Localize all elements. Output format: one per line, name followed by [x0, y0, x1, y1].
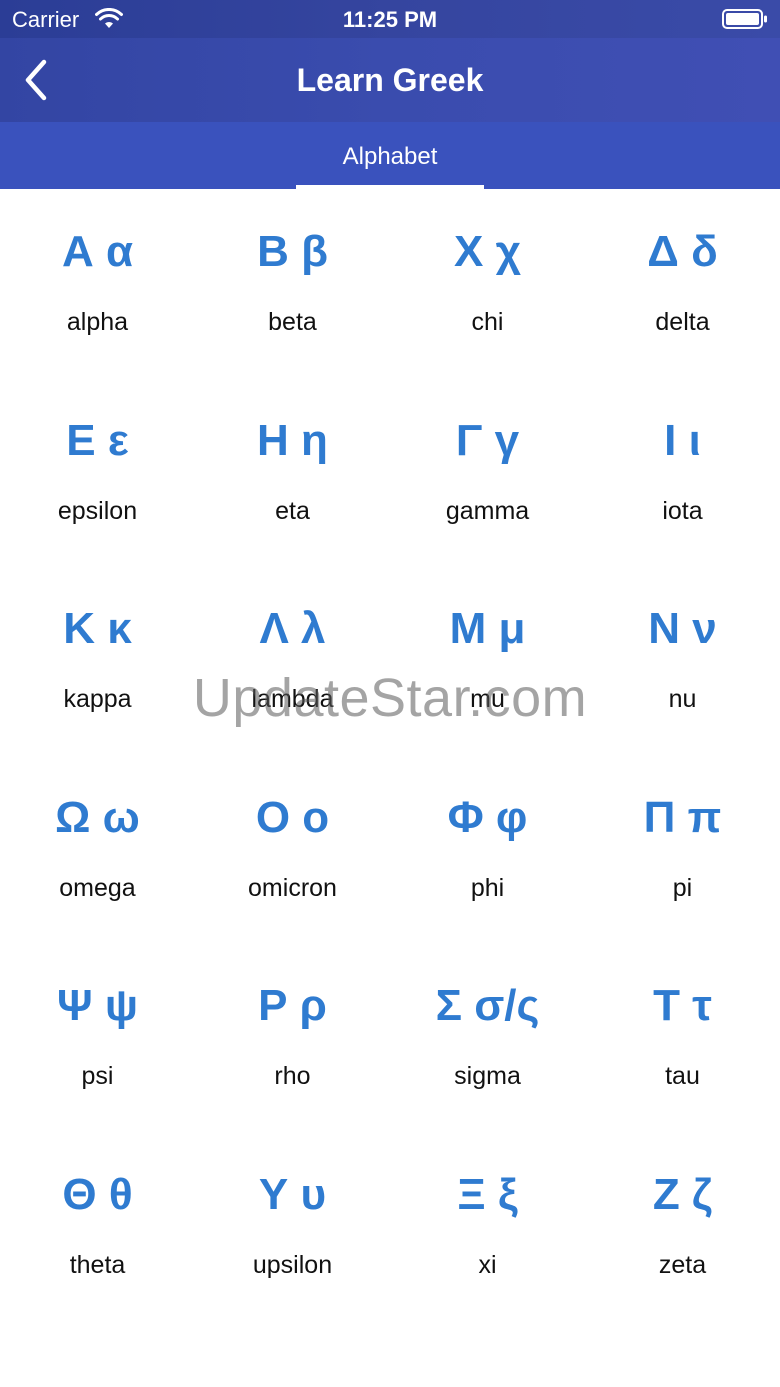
- letter-glyph: Ω ω: [55, 792, 140, 842]
- letter-card-theta[interactable]: Θ θ theta: [0, 1132, 195, 1321]
- letter-card-alpha[interactable]: Α α alpha: [0, 189, 195, 378]
- letter-card-mu[interactable]: Μ μ mu: [390, 566, 585, 755]
- alphabet-grid: Α α alpha Β β beta Χ χ chi Δ δ delta Ε ε epsilon Η…: [0, 189, 780, 1320]
- letter-card-xi[interactable]: Ξ ξ xi: [390, 1132, 585, 1321]
- letter-card-beta[interactable]: Β β beta: [195, 189, 390, 378]
- letter-glyph: Κ κ: [63, 604, 132, 653]
- letter-card-omicron[interactable]: Ο ο omicron: [195, 755, 390, 944]
- letter-name: gamma: [445, 496, 530, 525]
- letter-card-phi[interactable]: Φ φ phi: [390, 755, 585, 944]
- letter-card-psi[interactable]: Ψ ψ psi: [0, 943, 195, 1132]
- letter-card-nu[interactable]: Ν ν nu: [585, 566, 780, 755]
- letter-name: omicron: [248, 873, 337, 902]
- letter-name: psi: [81, 1062, 114, 1090]
- tab-alphabet[interactable]: Alphabet: [296, 122, 484, 189]
- letter-glyph: Ψ ψ: [57, 981, 138, 1030]
- letter-glyph: Θ θ: [62, 1169, 133, 1219]
- letter-card-epsilon[interactable]: Ε ε epsilon: [0, 378, 195, 567]
- letter-name: delta: [655, 308, 710, 336]
- letter-name: phi: [470, 873, 505, 902]
- letter-glyph: Α α: [61, 227, 134, 276]
- letter-card-rho[interactable]: Ρ ρ rho: [195, 943, 390, 1132]
- letter-name: alpha: [66, 308, 129, 336]
- letter-name: kappa: [63, 685, 132, 713]
- letter-card-tau[interactable]: Τ τ tau: [585, 943, 780, 1132]
- letter-glyph: Ν ν: [648, 604, 717, 653]
- letter-card-sigma[interactable]: Σ σ/ς sigma: [390, 943, 585, 1132]
- letter-glyph: Ζ ζ: [652, 1169, 713, 1219]
- letter-name: lambda: [251, 685, 334, 713]
- page-title: Learn Greek: [296, 62, 484, 98]
- letter-glyph: Υ υ: [258, 1169, 327, 1219]
- letter-glyph: Σ σ/ς: [435, 981, 540, 1030]
- navigation-bar: Learn Greek: [0, 38, 780, 122]
- letter-glyph: Λ λ: [259, 604, 326, 653]
- letter-name: nu: [668, 685, 697, 713]
- letter-glyph: Β β: [257, 227, 328, 276]
- letter-glyph: Μ μ: [449, 604, 526, 653]
- letter-card-iota[interactable]: Ι ι iota: [585, 378, 780, 567]
- letter-glyph: Ε ε: [66, 415, 129, 465]
- letter-glyph: Η η: [257, 415, 328, 465]
- letter-card-pi[interactable]: Π π pi: [585, 755, 780, 944]
- letter-name: pi: [672, 873, 693, 902]
- letter-card-lambda[interactable]: Λ λ lambda: [195, 566, 390, 755]
- letter-name: epsilon: [57, 496, 138, 525]
- status-bar: Carrier 11:25 PM: [0, 0, 780, 38]
- letter-glyph: Φ φ: [447, 792, 528, 842]
- letter-glyph: Χ χ: [454, 227, 521, 276]
- letter-name: xi: [478, 1250, 497, 1279]
- letter-card-zeta[interactable]: Ζ ζ zeta: [585, 1132, 780, 1321]
- letter-name: sigma: [454, 1062, 521, 1090]
- tab-label: Alphabet: [342, 143, 438, 170]
- letter-name: theta: [69, 1250, 126, 1279]
- letter-glyph: Ι ι: [664, 415, 701, 465]
- chevron-left-icon: [25, 59, 47, 101]
- letter-name: tau: [665, 1062, 700, 1090]
- letter-name: omega: [59, 873, 136, 902]
- letter-glyph: Π π: [643, 792, 722, 842]
- letter-name: beta: [268, 308, 317, 336]
- letter-card-upsilon[interactable]: Υ υ upsilon: [195, 1132, 390, 1321]
- clock: 11:25 PM: [342, 7, 438, 32]
- battery-icon: [722, 9, 767, 29]
- letter-glyph: Τ τ: [653, 981, 712, 1030]
- letter-glyph: Ρ ρ: [258, 981, 327, 1030]
- letter-name: chi: [471, 308, 504, 336]
- letter-glyph: Ξ ξ: [457, 1169, 518, 1219]
- letter-card-chi[interactable]: Χ χ chi: [390, 189, 585, 378]
- letter-name: upsilon: [252, 1250, 333, 1279]
- letter-card-gamma[interactable]: Γ γ gamma: [390, 378, 585, 567]
- letter-name: iota: [662, 496, 703, 525]
- letter-card-omega[interactable]: Ω ω omega: [0, 755, 195, 944]
- letter-card-delta[interactable]: Δ δ delta: [585, 189, 780, 378]
- letter-card-kappa[interactable]: Κ κ kappa: [0, 566, 195, 755]
- screen: Carrier 11:25 PM Learn Greek Alphabet Α …: [0, 0, 780, 1387]
- back-button[interactable]: [16, 56, 60, 104]
- letter-glyph: Δ δ: [647, 227, 718, 276]
- letter-card-eta[interactable]: Η η eta: [195, 378, 390, 567]
- letter-name: eta: [275, 496, 310, 525]
- letter-name: zeta: [658, 1250, 707, 1279]
- letter-name: rho: [274, 1062, 311, 1090]
- letter-glyph: Γ γ: [455, 415, 520, 465]
- letter-name: mu: [470, 685, 505, 713]
- tab-bar: Alphabet: [0, 122, 780, 189]
- letter-glyph: Ο ο: [255, 792, 330, 842]
